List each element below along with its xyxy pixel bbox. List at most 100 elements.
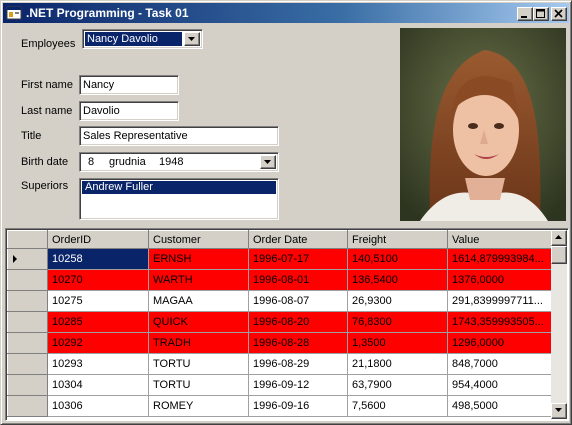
- chevron-down-icon: [264, 160, 271, 164]
- maximize-button[interactable]: [533, 7, 549, 21]
- order-date-cell[interactable]: 1996-08-29: [248, 353, 348, 375]
- close-icon: [554, 9, 563, 18]
- superiors-item[interactable]: Andrew Fuller: [82, 181, 276, 194]
- employees-dropdown-button[interactable]: [184, 32, 200, 46]
- column-header-orderid[interactable]: OrderID: [47, 230, 149, 249]
- birth-date-dropdown-button[interactable]: [260, 155, 276, 169]
- orders-table: OrderID Customer Order Date Freight Valu…: [7, 230, 553, 417]
- freight-cell[interactable]: 1,3500: [347, 332, 448, 354]
- order-date-cell[interactable]: 1996-09-12: [248, 374, 348, 396]
- customer-cell[interactable]: TRADH: [148, 332, 249, 354]
- title-field[interactable]: Sales Representative: [79, 126, 279, 146]
- table-row[interactable]: 10293 TORTU 1996-08-29 21,1800 848,7000: [7, 353, 553, 375]
- row-header[interactable]: [7, 353, 48, 375]
- table-row[interactable]: 10275 MAGAA 1996-08-07 26,9300 291,839999771…: [7, 290, 553, 312]
- employees-label: Employees: [21, 38, 76, 50]
- customer-cell[interactable]: TORTU: [148, 353, 249, 375]
- freight-cell[interactable]: 140,5100: [347, 248, 448, 270]
- order-date-cell[interactable]: 1996-08-20: [248, 311, 348, 333]
- orderid-cell[interactable]: 10258: [47, 248, 149, 270]
- table-row[interactable]: 10306 ROMEY 1996-09-16 7,5600 498,5000: [7, 395, 553, 417]
- row-header[interactable]: [7, 248, 48, 270]
- row-header[interactable]: [7, 395, 48, 417]
- row-header[interactable]: [7, 374, 48, 396]
- first-name-field[interactable]: Nancy: [79, 75, 179, 95]
- customer-cell[interactable]: ROMEY: [148, 395, 249, 417]
- table-row[interactable]: 10292 TRADH 1996-08-28 1,3500 1296,0000: [7, 332, 553, 354]
- customer-cell[interactable]: TORTU: [148, 374, 249, 396]
- birth-day[interactable]: 8: [88, 156, 94, 168]
- scroll-up-button[interactable]: [551, 230, 567, 246]
- order-date-cell[interactable]: 1996-08-28: [248, 332, 348, 354]
- birth-date-picker[interactable]: 8 grudnia 1948: [79, 152, 279, 172]
- freight-cell[interactable]: 7,5600: [347, 395, 448, 417]
- row-header[interactable]: [7, 311, 48, 333]
- chevron-down-icon: [188, 37, 195, 41]
- customer-cell[interactable]: QUICK: [148, 311, 249, 333]
- orderid-cell[interactable]: 10292: [47, 332, 149, 354]
- orderid-cell[interactable]: 10270: [47, 269, 149, 291]
- value-cell[interactable]: 954,4000: [447, 374, 553, 396]
- employee-photo: [400, 28, 566, 221]
- table-row[interactable]: 10304 TORTU 1996-09-12 63,7900 954,4000: [7, 374, 553, 396]
- order-date-cell[interactable]: 1996-07-17: [248, 248, 348, 270]
- title-bar[interactable]: .NET Programming - Task 01: [3, 3, 569, 23]
- employee-portrait-icon: [400, 28, 566, 221]
- freight-cell[interactable]: 21,1800: [347, 353, 448, 375]
- customer-cell[interactable]: MAGAA: [148, 290, 249, 312]
- superiors-listbox[interactable]: Andrew Fuller: [79, 178, 279, 220]
- value-cell[interactable]: 498,5000: [447, 395, 553, 417]
- orderid-cell[interactable]: 10306: [47, 395, 149, 417]
- maximize-icon: [536, 9, 545, 18]
- minimize-icon: [521, 16, 527, 18]
- row-header[interactable]: [7, 290, 48, 312]
- superiors-label: Superiors: [21, 180, 69, 192]
- close-button[interactable]: [551, 7, 567, 21]
- column-header-freight[interactable]: Freight: [347, 230, 448, 249]
- freight-cell[interactable]: 136,5400: [347, 269, 448, 291]
- orderid-cell[interactable]: 10304: [47, 374, 149, 396]
- scroll-thumb[interactable]: [551, 246, 567, 264]
- freight-cell[interactable]: 76,8300: [347, 311, 448, 333]
- first-name-label: First name: [21, 79, 73, 91]
- customer-cell[interactable]: ERNSH: [148, 248, 249, 270]
- order-date-cell[interactable]: 1996-08-07: [248, 290, 348, 312]
- customer-cell[interactable]: WARTH: [148, 269, 249, 291]
- table-row[interactable]: 10285 QUICK 1996-08-20 76,8300 1743,35999350…: [7, 311, 553, 333]
- scroll-down-button[interactable]: [551, 403, 567, 419]
- last-name-label: Last name: [21, 105, 73, 117]
- order-date-cell[interactable]: 1996-08-01: [248, 269, 348, 291]
- window-title: .NET Programming - Task 01: [26, 6, 189, 20]
- value-cell[interactable]: 291,8399997711...: [447, 290, 553, 312]
- freight-cell[interactable]: 63,7900: [347, 374, 448, 396]
- orderid-cell[interactable]: 10275: [47, 290, 149, 312]
- freight-cell[interactable]: 26,9300: [347, 290, 448, 312]
- table-row[interactable]: 10258 ERNSH 1996-07-17 140,5100 1614,8799939…: [7, 248, 553, 270]
- value-cell[interactable]: 1614,879993984...: [447, 248, 553, 270]
- vertical-scrollbar[interactable]: [551, 230, 567, 419]
- main-window: .NET Programming - Task 01 Employees Nan…: [0, 0, 572, 425]
- value-cell[interactable]: 1743,359993505...: [447, 311, 553, 333]
- orders-grid[interactable]: OrderID Customer Order Date Freight Valu…: [5, 228, 569, 421]
- minimize-button[interactable]: [517, 7, 533, 21]
- value-cell[interactable]: 1376,0000: [447, 269, 553, 291]
- row-header[interactable]: [7, 332, 48, 354]
- row-header[interactable]: [7, 269, 48, 291]
- orderid-cell[interactable]: 10293: [47, 353, 149, 375]
- current-row-icon: [13, 255, 17, 263]
- orderid-cell[interactable]: 10285: [47, 311, 149, 333]
- arrow-up-icon: [555, 235, 562, 239]
- table-row[interactable]: 10270 WARTH 1996-08-01 136,5400 1376,0000: [7, 269, 553, 291]
- last-name-field[interactable]: Davolio: [79, 101, 179, 121]
- birth-date-label: Birth date: [21, 156, 69, 168]
- birth-month[interactable]: grudnia: [109, 156, 146, 168]
- column-header-customer[interactable]: Customer: [148, 230, 249, 249]
- value-cell[interactable]: 1296,0000: [447, 332, 553, 354]
- value-cell[interactable]: 848,7000: [447, 353, 553, 375]
- birth-year[interactable]: 1948: [159, 156, 183, 168]
- column-header-order-date[interactable]: Order Date: [248, 230, 348, 249]
- column-header-value[interactable]: Value: [447, 230, 553, 249]
- corner-header: [7, 230, 48, 249]
- order-date-cell[interactable]: 1996-09-16: [248, 395, 348, 417]
- employees-dropdown[interactable]: Nancy Davolio: [82, 29, 203, 49]
